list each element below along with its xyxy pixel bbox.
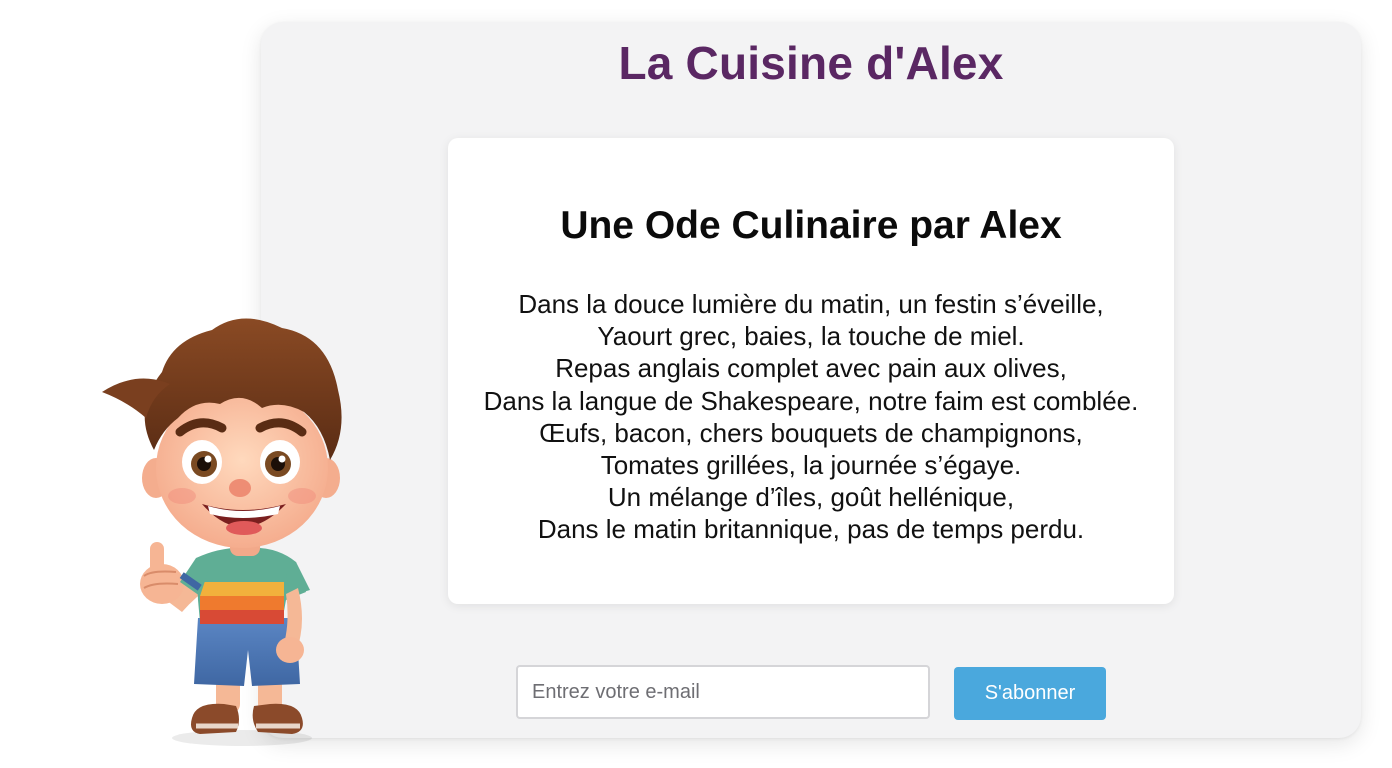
poem-line: Repas anglais complet avec pain aux oliv… — [555, 353, 1067, 384]
poem-line: Un mélange d’îles, goût hellénique, — [607, 482, 1015, 513]
poem-line: Tomates grillées, la journée s’égaye. — [600, 450, 1022, 481]
subscribe-button[interactable]: S'abonner — [954, 667, 1106, 720]
site-title: La Cuisine d'Alex — [618, 37, 1004, 89]
poem-line: Dans le matin britannique, pas de temps … — [537, 514, 1085, 545]
poem-card: Une Ode Culinaire par Alex Dans la douce… — [448, 138, 1174, 604]
app-window: La Cuisine d'Alex Une Ode Culinaire par … — [261, 22, 1361, 738]
page: La Cuisine d'Alex Une Ode Culinaire par … — [0, 0, 1392, 768]
poem-title: Une Ode Culinaire par Alex — [560, 204, 1062, 247]
cartoon-boy-thumbs-up-icon — [102, 318, 342, 746]
poem-line: Œufs, bacon, chers bouquets de champigno… — [539, 417, 1083, 448]
email-input[interactable] — [516, 665, 930, 719]
poem-line: Yaourt grec, baies, la touche de miel. — [597, 321, 1025, 352]
poem-lines: Dans la douce lumière du matin, un festi… — [448, 288, 1174, 546]
poem-line: Dans la douce lumière du matin, un festi… — [518, 289, 1104, 319]
poem-line: Dans la langue de Shakespeare, notre fai… — [483, 385, 1139, 416]
